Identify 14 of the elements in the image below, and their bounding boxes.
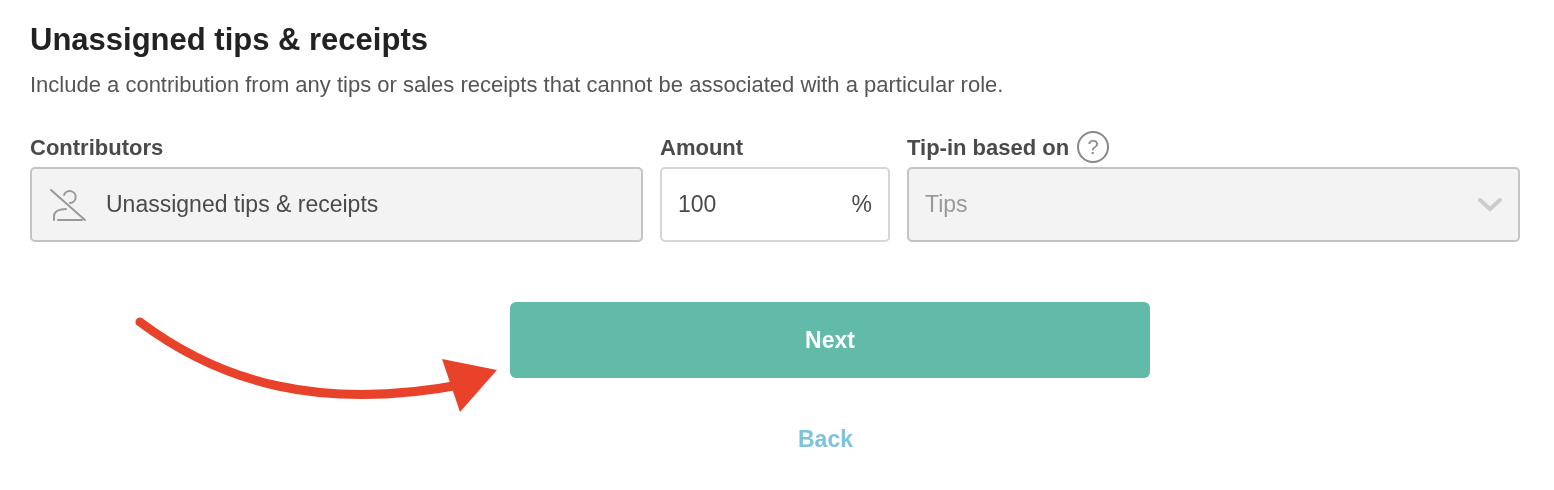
section-description: Include a contribution from any tips or sales receipts that cannot be associated with a particular role. xyxy=(30,71,1005,99)
chevron-down-icon xyxy=(1478,197,1502,212)
field-value: Unassigned tips & receipts xyxy=(106,190,379,220)
field-label: Tip-in based on xyxy=(907,133,1070,162)
field-label: Amount xyxy=(660,133,745,162)
amount-field[interactable]: 100 % xyxy=(660,167,890,242)
field-label: Contributors xyxy=(30,133,165,162)
next-button[interactable]: Next xyxy=(510,302,1150,378)
unit-label: % xyxy=(851,190,872,220)
back-link[interactable]: Back xyxy=(798,422,853,457)
unassigned-person-icon xyxy=(48,186,88,223)
section-title: Unassigned tips & receipts xyxy=(30,21,429,59)
field-value: 100 xyxy=(678,190,717,220)
selected-value: Tips xyxy=(925,190,968,220)
